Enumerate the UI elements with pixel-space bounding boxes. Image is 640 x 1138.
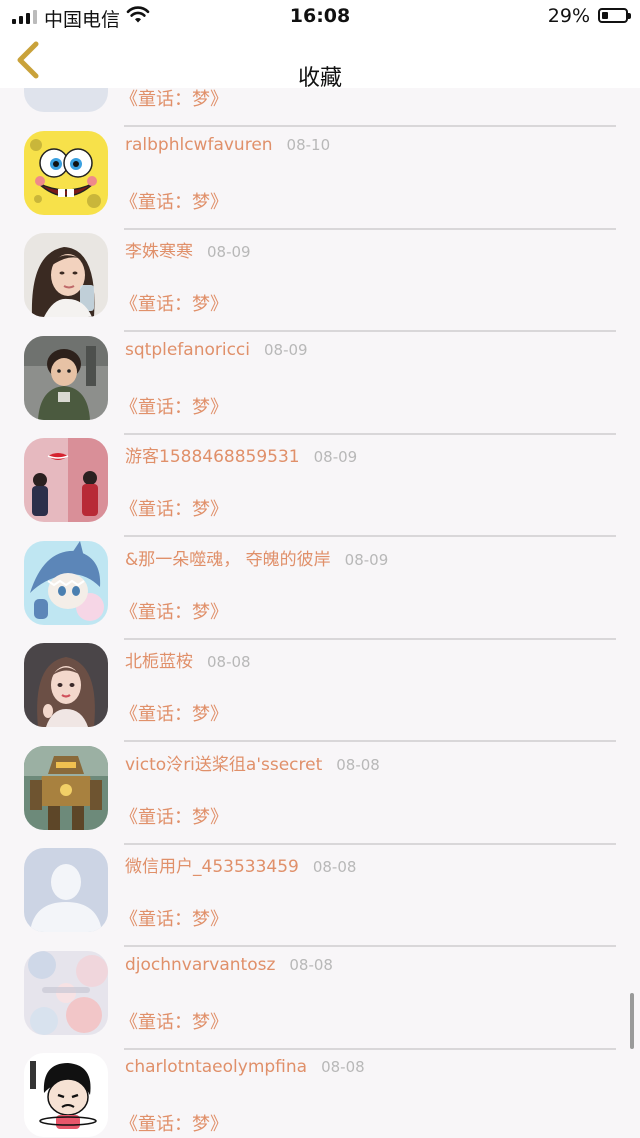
list-item[interactable]: charlotntaeolympfina 08-08 《童话：梦》: [0, 1038, 640, 1138]
list-item[interactable]: ralbphlcwfavuren 08-10 《童话：梦》: [0, 116, 640, 230]
anime-shark-avatar: [24, 540, 108, 625]
battery-level-fill: [602, 12, 608, 19]
item-date: 08-08: [207, 653, 251, 671]
item-work-title: 《童话：梦》: [120, 396, 228, 418]
item-user-name: 北栀蓝桉 08-08: [125, 652, 251, 672]
item-work-title: 《童话：梦》: [120, 294, 228, 315]
item-user-name: ralbphlcwfavuren 08-10: [125, 134, 331, 155]
item-user-name: 微信用户_453533459 08-08: [125, 857, 357, 877]
child-photo-avatar: [24, 335, 108, 420]
woman-photo-avatar: [24, 233, 108, 317]
item-date: 08-09: [344, 550, 389, 569]
default-user-avatar: [24, 848, 108, 932]
item-user-name: djochnvarvantosz 08-08: [125, 954, 333, 975]
item-user-name: sqtplefanoricci 08-09: [125, 339, 308, 360]
item-user-name: 游客1588468859531 08-09: [125, 447, 358, 467]
list-item[interactable]: victo泠ri送桨徂a'ssecret 08-08 《童话：梦》: [0, 731, 640, 845]
item-date: 08-08: [312, 858, 357, 876]
partial-avatar: [24, 88, 108, 112]
list-item[interactable]: 北栀蓝桉 08-08 《童话：梦》: [0, 628, 640, 742]
list-item[interactable]: 李姝寒寒 08-09 《童话：梦》: [0, 218, 640, 332]
scrollbar[interactable]: [630, 993, 634, 1049]
item-work-title: 《童话：梦》: [120, 806, 228, 828]
item-work-title: 《童话：梦》: [120, 1114, 228, 1135]
list-item[interactable]: 微信用户_453533459 08-08 《童话：梦》: [0, 833, 640, 947]
item-date: 08-09: [313, 448, 358, 466]
list-item[interactable]: sqtplefanoricci 08-09 《童话：梦》: [0, 321, 640, 435]
battery-icon: [598, 8, 631, 23]
item-date: 08-08: [289, 955, 333, 974]
item-user-name: &那一朵噬魂， 夺魄的彼岸 08-09: [125, 549, 389, 570]
list-item[interactable]: 游客1588468859531 08-09 《童话：梦》: [0, 423, 640, 537]
item-user-name: victo泠ri送桨徂a'ssecret 08-08: [125, 754, 380, 775]
item-date: 08-08: [336, 755, 380, 774]
item-work-title: 《童话：梦》: [120, 601, 228, 623]
clock: 16:08: [289, 5, 351, 27]
nav-bar: 收藏: [0, 32, 640, 91]
list-item[interactable]: 《童话：梦》: [0, 88, 640, 127]
item-work-title: 《童话：梦》: [120, 1011, 228, 1033]
item-user-name: 李姝寒寒 08-09: [125, 242, 251, 262]
item-work-title: 《童话：梦》: [120, 499, 228, 520]
cartoon-girl-avatar: [24, 1053, 108, 1137]
favorites-screen: 中国电信 16:08 29% 收藏 《童话：梦》 ralbphlcwfavure…: [0, 0, 640, 1138]
spongebob-avatar: [24, 130, 108, 215]
item-user-name: charlotntaeolympfina 08-08: [125, 1057, 365, 1077]
status-bar: 中国电信 16:08 29%: [0, 0, 640, 32]
item-date: 08-09: [264, 340, 308, 359]
couple-photo-avatar: [24, 438, 108, 522]
item-work-title: 《童话：梦》: [120, 89, 228, 110]
favorites-list[interactable]: 《童话：梦》 ralbphlcwfavuren 08-10 《童话：梦》 李姝寒…: [0, 88, 640, 1138]
battery-percent: 29%: [547, 5, 590, 27]
list-item[interactable]: &那一朵噬魂， 夺魄的彼岸 08-09 《童话：梦》: [0, 526, 640, 640]
robot-avatar: [24, 745, 108, 830]
item-work-title: 《童话：梦》: [120, 909, 228, 930]
item-date: 08-10: [286, 135, 331, 154]
item-date: 08-09: [207, 243, 251, 261]
illustrated-girl-avatar: [24, 643, 108, 727]
item-work-title: 《童话：梦》: [120, 704, 228, 725]
item-date: 08-08: [321, 1058, 365, 1076]
list-item[interactable]: djochnvarvantosz 08-08 《童话：梦》: [0, 936, 640, 1050]
blurred-flower-avatar: [24, 950, 108, 1035]
item-work-title: 《童话：梦》: [120, 191, 228, 213]
